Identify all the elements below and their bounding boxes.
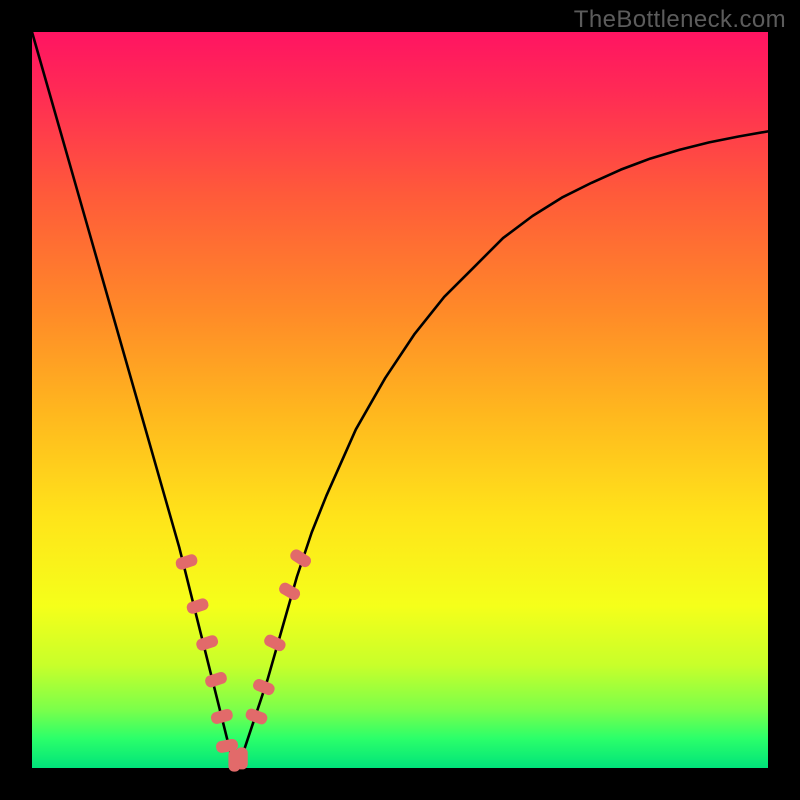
curve-markers (174, 547, 313, 771)
curve-marker (210, 708, 234, 726)
watermark-text: TheBottleneck.com (574, 6, 786, 34)
curve-marker (236, 747, 248, 769)
plot-area (32, 32, 768, 768)
bottleneck-curve (32, 32, 768, 768)
curve-layer (32, 32, 768, 768)
curve-marker (174, 553, 199, 571)
chart-frame: TheBottleneck.com (0, 0, 800, 800)
curve-marker (185, 597, 210, 615)
curve-marker (204, 671, 229, 689)
curve-marker (195, 634, 220, 652)
